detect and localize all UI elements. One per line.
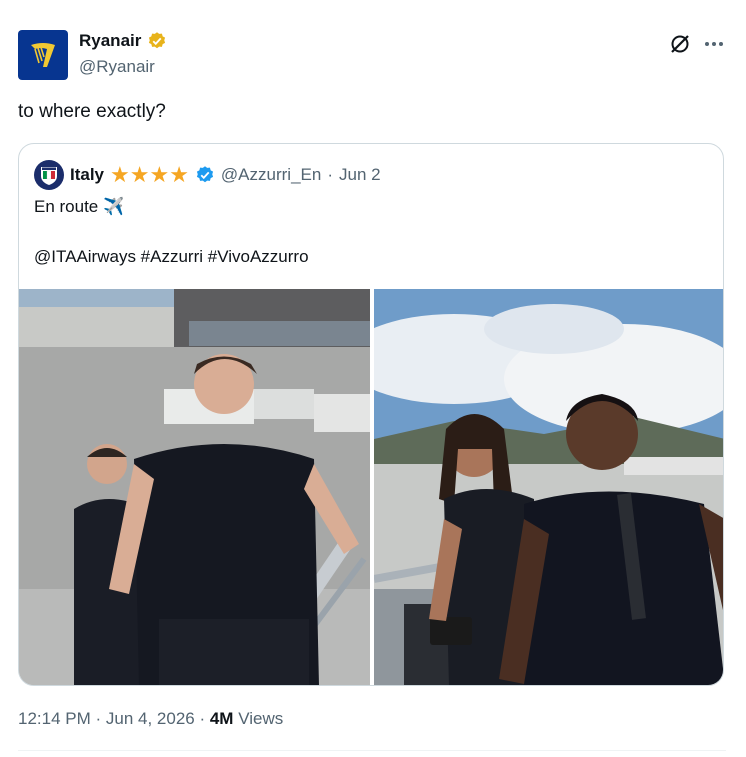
more-icon	[705, 42, 723, 46]
verified-badge-icon	[196, 166, 214, 183]
photo-players-boarding-right	[374, 289, 723, 685]
grok-button[interactable]	[668, 32, 692, 56]
figc-crest-icon	[41, 167, 57, 185]
author-name-row: Ryanair	[79, 31, 167, 51]
ryanair-harp-logo	[31, 43, 55, 67]
author-avatar[interactable]	[18, 30, 68, 80]
quote-author-name[interactable]: Italy	[70, 165, 104, 185]
more-options-button[interactable]	[702, 32, 726, 56]
stars-icon: ★★★★	[110, 162, 189, 187]
views-label: Views	[238, 709, 284, 728]
quote-author-handle[interactable]: @Azzurri_En	[221, 165, 321, 185]
timestamp-text[interactable]: 12:14 PM · Jun 4, 2026 ·	[18, 709, 210, 728]
quote-text-line1: En route ✈️	[34, 197, 125, 216]
photo-players-boarding-left	[19, 289, 370, 685]
author-name[interactable]: Ryanair	[79, 31, 141, 51]
divider	[18, 750, 726, 751]
meta-separator: ·	[327, 165, 333, 184]
views-count: 4M	[209, 709, 234, 728]
tweet-timestamp[interactable]: 12:14 PM · Jun 4, 2026 · 4M Views	[18, 709, 283, 729]
quote-date[interactable]: Jun 2	[339, 165, 381, 185]
grok-icon	[671, 35, 689, 53]
quote-text-line2[interactable]: @ITAAirways #Azzurri #VivoAzzurro	[34, 247, 309, 267]
quote-photo-right[interactable]	[374, 289, 723, 685]
quote-avatar[interactable]	[34, 160, 64, 190]
quote-photo-left[interactable]	[19, 289, 370, 685]
verified-badge-icon	[149, 32, 166, 49]
tweet-text: to where exactly?	[18, 101, 166, 122]
quoted-tweet[interactable]: Italy ★★★★ @Azzurri_En · Jun 2 En route …	[18, 143, 724, 686]
author-handle[interactable]: @Ryanair	[79, 57, 155, 77]
quote-header: Italy ★★★★ @Azzurri_En · Jun 2	[34, 160, 381, 190]
